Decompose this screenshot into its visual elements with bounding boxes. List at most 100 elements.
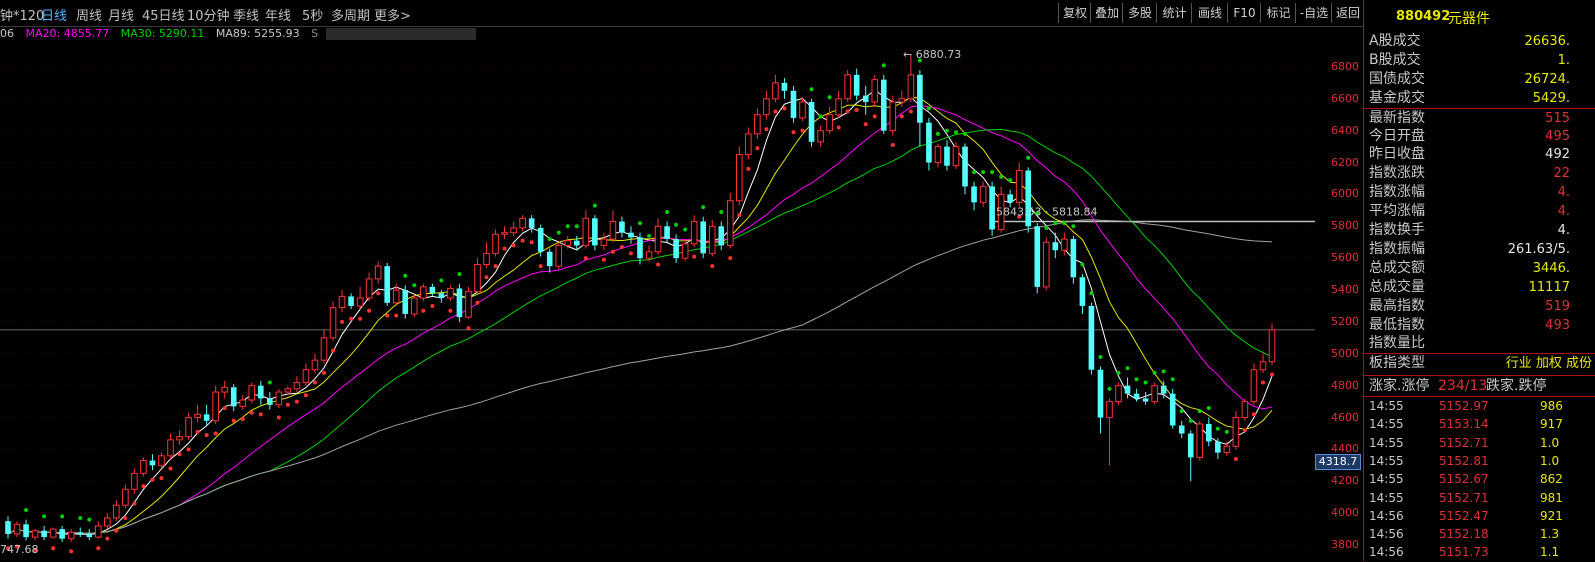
- sar-dot: [511, 243, 516, 248]
- panel-title: 880492 元器件: [1364, 0, 1595, 32]
- tick-price: 5151.73: [1439, 545, 1489, 560]
- candle-body-down: [1142, 398, 1149, 402]
- toolbar-button-6[interactable]: 标记: [1260, 3, 1296, 23]
- sar-dot: [890, 143, 895, 148]
- kline-chart[interactable]: ← 6880.73 747.68 5843.53 · 5818.84: [0, 43, 1315, 561]
- period-tab-1[interactable]: 日线: [41, 5, 67, 24]
- period-tab-6[interactable]: 季线: [233, 5, 259, 24]
- candle-body-up: [1196, 423, 1204, 458]
- candle-body-down: [267, 398, 273, 405]
- stat-value: 515: [1545, 110, 1570, 126]
- sar-dot: [791, 130, 796, 135]
- tick-price: 5152.97: [1439, 399, 1489, 413]
- sar-dot: [484, 275, 489, 280]
- sar-dot: [69, 549, 74, 554]
- sar-dot: [322, 370, 326, 375]
- sar-dot: [863, 122, 868, 127]
- sar-dot: [556, 230, 561, 235]
- ma89-line: [7, 219, 1273, 535]
- candle-body-down: [808, 101, 815, 142]
- period-tab-4[interactable]: 45日线: [142, 5, 185, 24]
- tick-time: 14:56: [1369, 527, 1404, 542]
- toolbar-button-5[interactable]: F10: [1227, 3, 1261, 23]
- stat-label: 最低指数: [1369, 316, 1425, 333]
- candle-body-up: [871, 79, 879, 103]
- candle-body-down: [664, 226, 670, 240]
- stat-value: 519: [1545, 298, 1570, 314]
- up-limit-label: 涨家.涨停: [1369, 378, 1430, 394]
- period-tab-3[interactable]: 月线: [108, 5, 134, 24]
- candle-body-down: [1079, 277, 1086, 306]
- period-tab-10[interactable]: 更多>: [374, 5, 411, 24]
- candle-body-up: [94, 525, 102, 538]
- candle-body-down: [971, 186, 977, 203]
- candle-body-up: [167, 439, 174, 457]
- candle-body-down: [456, 288, 463, 318]
- period-tab-7[interactable]: 年线: [265, 5, 291, 24]
- ma20-value: MA20: 4855.77: [25, 27, 110, 40]
- stat-value: 22: [1553, 166, 1570, 182]
- tick-row: 14:55 5152.81 1.0: [1364, 452, 1595, 471]
- toolbar-button-3[interactable]: 统计: [1156, 3, 1192, 23]
- sar-dot: [1179, 409, 1184, 414]
- sar-dot: [466, 326, 471, 331]
- sar-dot: [538, 264, 543, 269]
- sar-dot: [186, 447, 191, 452]
- tick-volume: 1.1: [1540, 545, 1560, 560]
- candle-body-down: [628, 232, 634, 238]
- candle-body-down: [1124, 385, 1131, 394]
- sar-dot: [87, 517, 92, 522]
- toolbar-button-4[interactable]: 画线: [1191, 3, 1228, 23]
- candle-body-up: [555, 244, 563, 267]
- period-tab-5[interactable]: 10分钟: [187, 5, 230, 24]
- sar-dot: [1215, 426, 1220, 431]
- toolbar-button-1[interactable]: 叠加: [1090, 3, 1123, 23]
- period-tab-9[interactable]: 多周期: [331, 5, 370, 24]
- candle-body-up: [1061, 238, 1068, 251]
- stat-label: 总成交额: [1369, 259, 1425, 276]
- tick-row: 14:55 5153.14 917: [1364, 415, 1595, 434]
- tick-time: 14:55: [1369, 435, 1404, 450]
- candle-body-up: [122, 488, 129, 506]
- candle-body-up: [410, 297, 418, 315]
- period-tab-2[interactable]: 周线: [76, 5, 102, 24]
- sar-dot: [303, 393, 308, 398]
- toolbar-button-8[interactable]: 返回: [1331, 3, 1364, 23]
- sar-dot: [358, 316, 363, 321]
- toolbar-button-2[interactable]: 多股: [1122, 3, 1157, 23]
- stat-row: 指数振幅 261.63/5.: [1364, 240, 1595, 259]
- candle-body-down: [592, 218, 598, 246]
- candle-body-up: [329, 307, 337, 339]
- sar-dot: [1233, 456, 1238, 461]
- toolbar-button-0[interactable]: 复权: [1058, 3, 1091, 23]
- tick-row: 14:56 5151.73 1.1: [1364, 543, 1595, 562]
- candle-body-up: [582, 217, 590, 246]
- toolbar-button-7[interactable]: -自选: [1295, 3, 1332, 23]
- period-tab-8[interactable]: 5秒: [302, 5, 323, 24]
- tick-volume: 1.0: [1540, 435, 1560, 450]
- y-tick-label: 5800: [1331, 219, 1359, 233]
- ma30-line: [7, 128, 1273, 535]
- candle-body-down: [574, 240, 580, 246]
- stat-label: 昨日收盘: [1369, 146, 1425, 163]
- tick-row: 14:55 5152.71 1.0: [1364, 434, 1595, 453]
- candle-body-up: [519, 217, 526, 229]
- candle-body-up: [826, 114, 833, 132]
- sar-dot: [1071, 224, 1076, 229]
- stat-row: 最低指数 493: [1364, 316, 1595, 335]
- candle-body-up: [564, 240, 572, 246]
- index-name: 元器件: [1448, 11, 1490, 27]
- sar-dot: [1143, 380, 1148, 385]
- candle-body-down: [1178, 425, 1185, 434]
- sar-dot: [168, 466, 173, 471]
- period-tab-0[interactable]: 钟*120: [0, 5, 44, 24]
- sar-dot: [954, 130, 958, 135]
- sar-dot: [683, 227, 688, 232]
- candle-body-down: [23, 524, 29, 538]
- sar-dot: [331, 348, 336, 353]
- ma89-value: MA89: 5255.93: [215, 27, 300, 40]
- tick-time: 14:55: [1369, 472, 1404, 487]
- candle-body-down: [853, 74, 860, 96]
- sar-dot: [141, 484, 146, 489]
- sar-dot: [935, 131, 940, 136]
